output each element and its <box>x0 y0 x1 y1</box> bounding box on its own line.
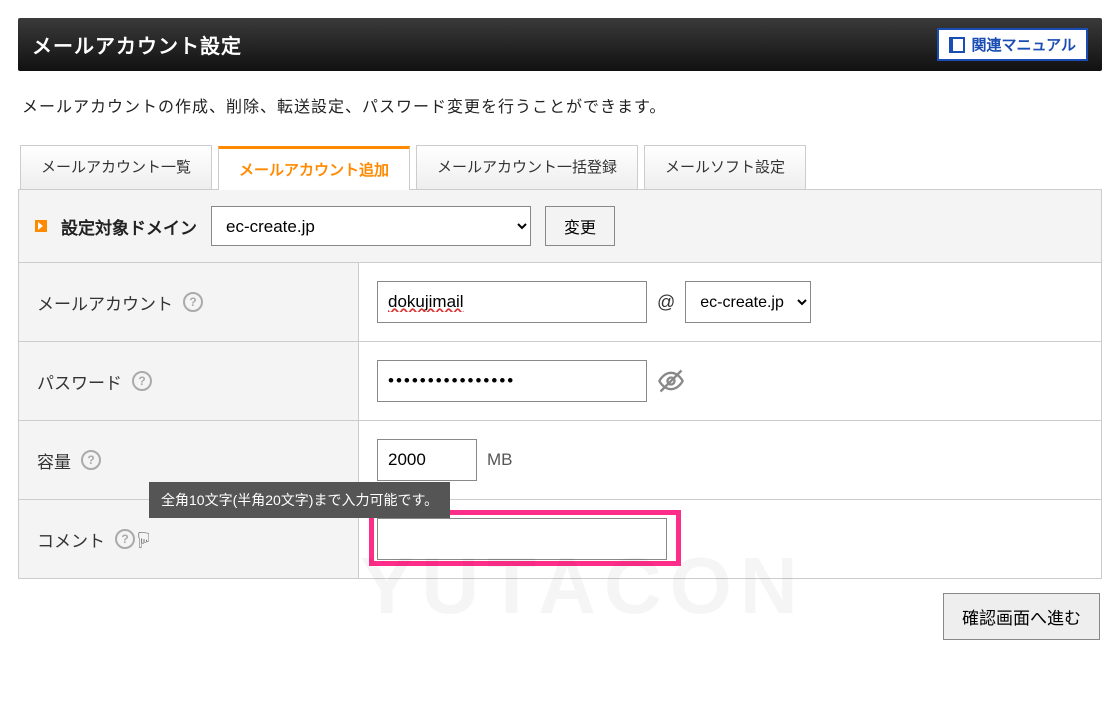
help-icon[interactable]: ? <box>81 450 101 470</box>
capacity-unit: MB <box>487 450 513 470</box>
password-input[interactable] <box>377 360 647 402</box>
row-password: パスワード ? <box>19 342 1101 421</box>
comment-label: コメント <box>37 527 105 552</box>
book-icon <box>949 37 965 53</box>
target-domain-row: 設定対象ドメイン ec-create.jp 変更 <box>19 190 1101 263</box>
capacity-input[interactable] <box>377 439 477 481</box>
tab-bar: メールアカウント一覧 メールアカウント追加 メールアカウント一括登録 メールソフ… <box>18 145 1102 190</box>
help-icon[interactable]: ? <box>115 529 135 549</box>
mail-account-input[interactable] <box>377 281 647 323</box>
help-icon[interactable]: ? <box>183 292 203 312</box>
page-header: メールアカウント設定 関連マニュアル <box>18 18 1102 71</box>
tab-account-add[interactable]: メールアカウント追加 <box>218 146 410 190</box>
proceed-confirm-button[interactable]: 確認画面へ進む <box>943 593 1100 640</box>
row-comment: コメント ? ☟ 全角10文字(半角20文字)まで入力可能です。 <box>19 500 1101 578</box>
arrow-bullet-icon <box>35 220 47 232</box>
row-mail-account: メールアカウント ? @ ec-create.jp <box>19 263 1101 342</box>
target-domain-select[interactable]: ec-create.jp <box>211 206 531 246</box>
page-description: メールアカウントの作成、削除、転送設定、パスワード変更を行うことができます。 <box>18 71 1102 145</box>
help-icon[interactable]: ? <box>132 371 152 391</box>
comment-input[interactable] <box>377 518 667 560</box>
tab-account-list[interactable]: メールアカウント一覧 <box>20 145 212 189</box>
mail-domain-select[interactable]: ec-create.jp <box>685 281 811 323</box>
related-manual-button[interactable]: 関連マニュアル <box>937 28 1088 61</box>
page-title: メールアカウント設定 <box>32 30 242 59</box>
comment-tooltip: 全角10文字(半角20文字)まで入力可能です。 <box>149 482 450 518</box>
at-symbol: @ <box>657 292 675 313</box>
visibility-off-icon[interactable] <box>657 367 685 395</box>
form-panel: 設定対象ドメイン ec-create.jp 変更 メールアカウント ? @ ec… <box>18 190 1102 579</box>
related-manual-label: 関連マニュアル <box>971 34 1076 55</box>
capacity-label: 容量 <box>37 448 71 473</box>
change-domain-button[interactable]: 変更 <box>545 206 615 246</box>
form-footer: 確認画面へ進む <box>18 579 1102 660</box>
tab-account-bulk[interactable]: メールアカウント一括登録 <box>416 145 638 189</box>
password-label: パスワード <box>37 369 122 394</box>
target-domain-label: 設定対象ドメイン <box>61 214 197 239</box>
mail-account-label: メールアカウント <box>37 290 173 315</box>
tab-mail-software[interactable]: メールソフト設定 <box>644 145 806 189</box>
cursor-hand-icon: ☟ <box>137 528 150 554</box>
